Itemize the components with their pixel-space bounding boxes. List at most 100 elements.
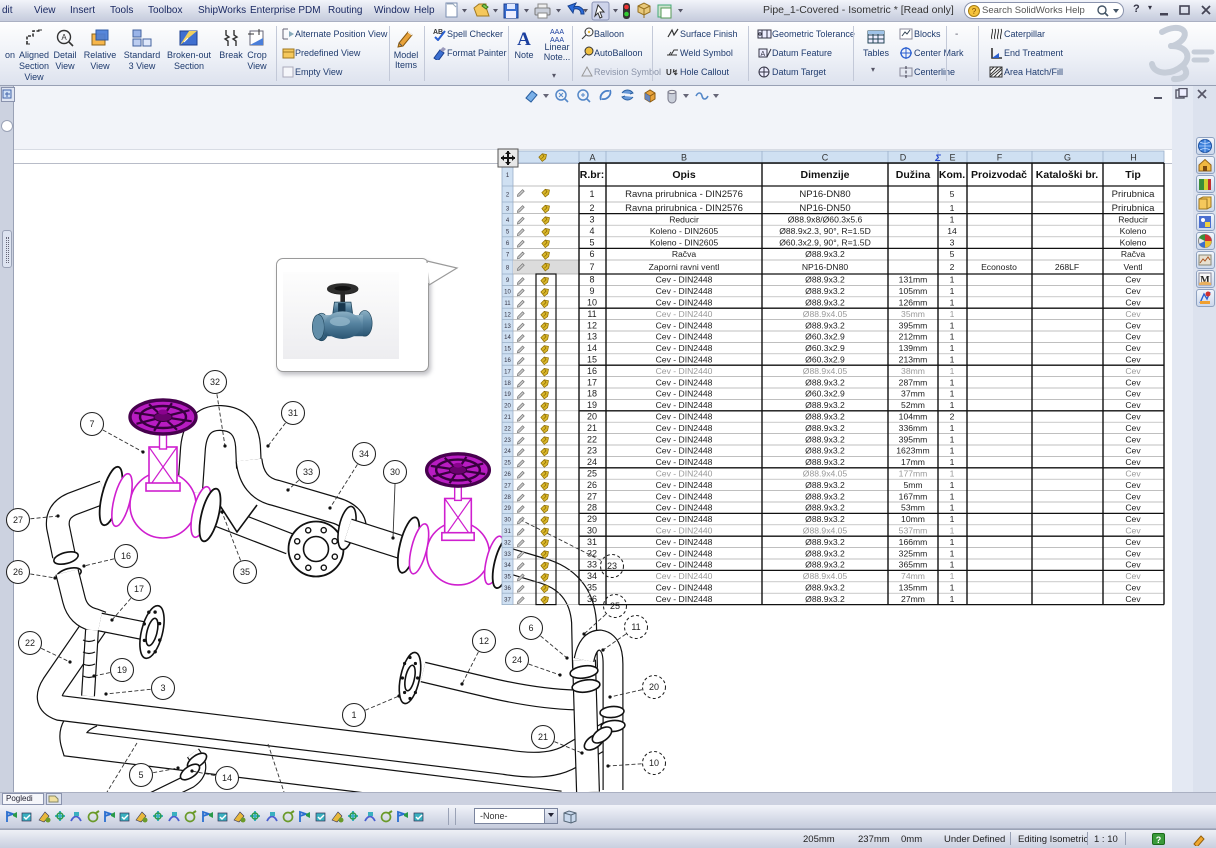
svg-text:29: 29	[587, 514, 597, 524]
svg-text:104mm: 104mm	[899, 412, 928, 422]
svg-text:Cev: Cev	[1125, 457, 1141, 467]
svg-text:13: 13	[504, 324, 511, 330]
svg-text:Ø88.9x3.2: Ø88.9x3.2	[805, 249, 845, 259]
svg-text:Ø60.3x2.9, 90°, R=1.5D: Ø60.3x2.9, 90°, R=1.5D	[779, 238, 871, 248]
svg-text:Cev: Cev	[1125, 446, 1141, 456]
svg-text:1: 1	[950, 469, 955, 479]
svg-text:1: 1	[950, 480, 955, 490]
svg-text:Cev: Cev	[1125, 537, 1141, 547]
svg-text:34: 34	[504, 563, 511, 569]
svg-text:Cev - DIN2448: Cev - DIN2448	[656, 537, 713, 547]
svg-text:G: G	[1064, 153, 1071, 163]
svg-text:Ø88.9x3.2: Ø88.9x3.2	[805, 400, 845, 410]
svg-text:135mm: 135mm	[899, 583, 928, 593]
svg-text:2: 2	[950, 412, 955, 422]
svg-text:Cev: Cev	[1125, 423, 1141, 433]
svg-text:5: 5	[950, 189, 955, 199]
svg-text:24: 24	[587, 457, 597, 467]
svg-text:Cev - DIN2448: Cev - DIN2448	[656, 400, 713, 410]
svg-text:Cev - DIN2448: Cev - DIN2448	[656, 320, 713, 330]
svg-text:Cev: Cev	[1125, 526, 1141, 536]
svg-text:213mm: 213mm	[899, 355, 928, 365]
svg-text:Ø88.9x3.2: Ø88.9x3.2	[805, 583, 845, 593]
svg-text:Cev: Cev	[1125, 412, 1141, 422]
svg-text:Cev: Cev	[1125, 298, 1141, 308]
svg-text:32: 32	[587, 548, 597, 558]
svg-text:1: 1	[950, 286, 955, 296]
svg-text:Ø88.9x3.2: Ø88.9x3.2	[805, 320, 845, 330]
svg-text:Ø88.9x3.2: Ø88.9x3.2	[805, 446, 845, 456]
svg-text:Cev: Cev	[1125, 332, 1141, 342]
svg-text:2: 2	[950, 262, 955, 272]
svg-text:Cev - DIN2448: Cev - DIN2448	[656, 298, 713, 308]
svg-text:35mm: 35mm	[901, 309, 925, 319]
svg-text:Prirubnica: Prirubnica	[1112, 203, 1155, 214]
svg-text:325mm: 325mm	[899, 548, 928, 558]
svg-text:14: 14	[587, 343, 597, 353]
svg-text:1: 1	[950, 457, 955, 467]
svg-text:Ø60.3x2.9: Ø60.3x2.9	[805, 332, 845, 342]
svg-text:14: 14	[504, 335, 511, 341]
svg-text:Ø88.9x4.05: Ø88.9x4.05	[803, 526, 848, 536]
svg-text:29: 29	[504, 506, 511, 512]
svg-text:28: 28	[504, 495, 511, 501]
svg-text:Ø88.9x3.2: Ø88.9x3.2	[805, 434, 845, 444]
svg-text:Cev - DIN2440: Cev - DIN2440	[656, 526, 713, 536]
svg-text:Econosto: Econosto	[981, 262, 1017, 272]
svg-text:Reducir: Reducir	[669, 214, 699, 224]
svg-text:Ø88.9x3.2: Ø88.9x3.2	[805, 457, 845, 467]
svg-text:Cev: Cev	[1125, 594, 1141, 604]
svg-text:30: 30	[587, 526, 597, 536]
svg-text:25: 25	[504, 461, 511, 467]
svg-text:1: 1	[950, 203, 955, 213]
svg-text:Cev - DIN2448: Cev - DIN2448	[656, 583, 713, 593]
svg-text:1: 1	[950, 320, 955, 330]
svg-text:33: 33	[504, 552, 511, 558]
svg-text:Cev - DIN2448: Cev - DIN2448	[656, 480, 713, 490]
svg-text:Cev: Cev	[1125, 309, 1141, 319]
svg-text:Ø88.9x3.2: Ø88.9x3.2	[805, 480, 845, 490]
svg-text:10mm: 10mm	[901, 514, 925, 524]
svg-text:Cev: Cev	[1125, 434, 1141, 444]
svg-text:1: 1	[950, 377, 955, 387]
svg-text:Ø88.9x4.05: Ø88.9x4.05	[803, 469, 848, 479]
svg-text:17: 17	[587, 377, 597, 387]
svg-text:17mm: 17mm	[901, 457, 925, 467]
svg-text:15: 15	[587, 355, 597, 365]
svg-text:1: 1	[950, 571, 955, 581]
svg-text:10: 10	[504, 290, 511, 296]
svg-text:23: 23	[587, 446, 597, 456]
svg-text:1: 1	[950, 343, 955, 353]
svg-text:1: 1	[950, 214, 955, 224]
svg-text:Cev: Cev	[1125, 503, 1141, 513]
svg-text:Kataloški br.: Kataloški br.	[1036, 169, 1099, 181]
svg-text:Cev - DIN2448: Cev - DIN2448	[656, 423, 713, 433]
svg-text:105mm: 105mm	[899, 286, 928, 296]
svg-text:1: 1	[950, 366, 955, 376]
svg-text:Cev: Cev	[1125, 343, 1141, 353]
svg-text:10: 10	[587, 298, 597, 308]
svg-text:537mm: 537mm	[899, 526, 928, 536]
svg-text:19: 19	[504, 392, 511, 398]
svg-text:11: 11	[587, 309, 596, 319]
svg-text:Ø60.3x2.9: Ø60.3x2.9	[805, 389, 845, 399]
svg-text:1: 1	[950, 400, 955, 410]
svg-text:7: 7	[589, 262, 594, 272]
svg-text:35: 35	[587, 583, 597, 593]
svg-text:166mm: 166mm	[899, 537, 928, 547]
svg-text:Ø88.9x3.2: Ø88.9x3.2	[805, 537, 845, 547]
svg-text:20: 20	[587, 412, 597, 422]
svg-text:Cev: Cev	[1125, 548, 1141, 558]
svg-text:31: 31	[504, 529, 511, 535]
svg-text:365mm: 365mm	[899, 560, 928, 570]
svg-text:Cev - DIN2448: Cev - DIN2448	[656, 389, 713, 399]
svg-text:287mm: 287mm	[899, 377, 928, 387]
svg-text:Ø88.9x4.05: Ø88.9x4.05	[803, 366, 848, 376]
svg-text:37mm: 37mm	[901, 389, 925, 399]
svg-text:26: 26	[504, 472, 511, 478]
svg-text:18: 18	[587, 389, 597, 399]
svg-text:Cev: Cev	[1125, 469, 1141, 479]
svg-text:38mm: 38mm	[901, 366, 925, 376]
svg-text:126mm: 126mm	[899, 298, 928, 308]
svg-text:13: 13	[587, 332, 597, 342]
